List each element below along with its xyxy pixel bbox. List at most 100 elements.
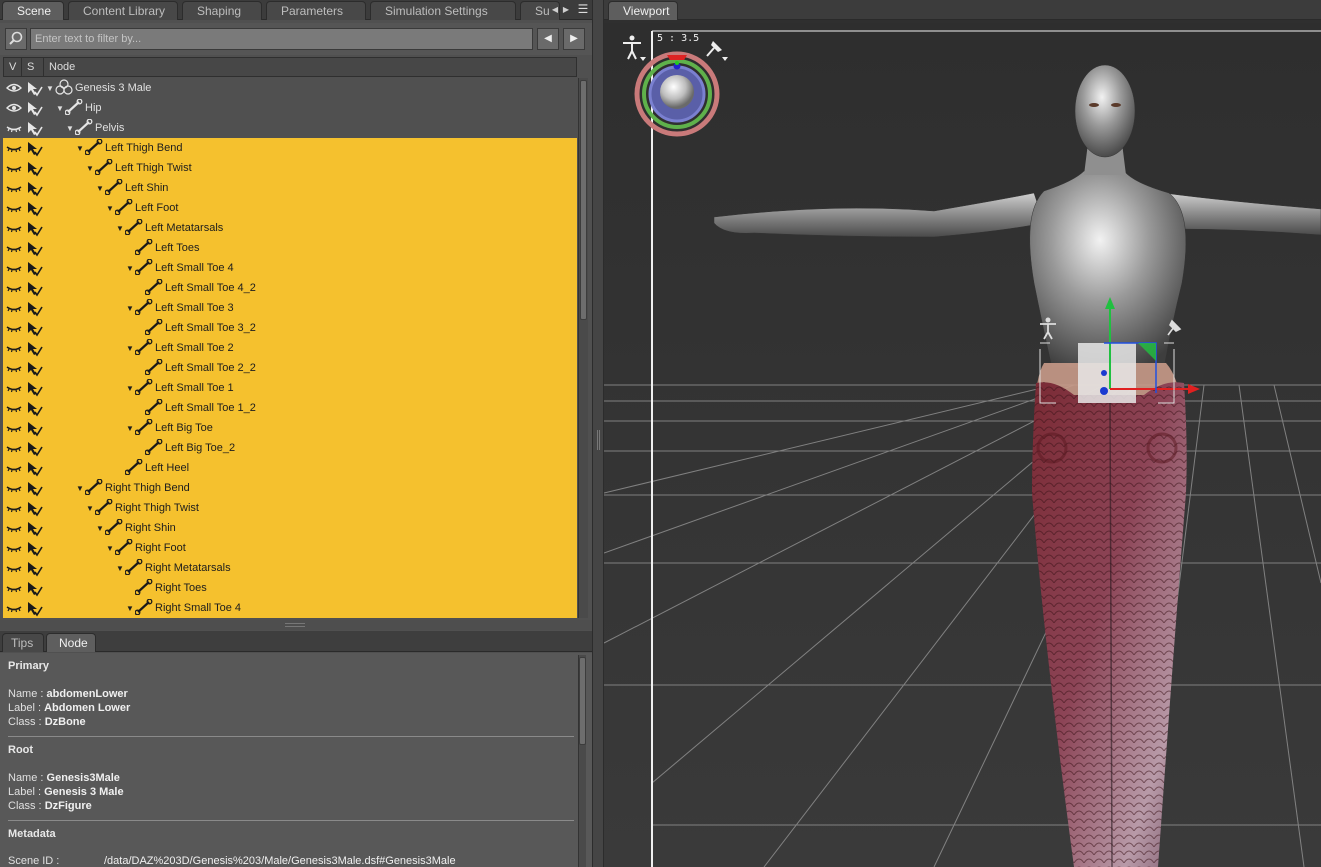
select-arrow-icon[interactable]	[25, 578, 43, 598]
expand-arrow-icon[interactable]: ▼	[115, 219, 125, 239]
tab-scroll-right-icon[interactable]: ▶	[561, 2, 571, 18]
expand-arrow-icon[interactable]: ▼	[105, 199, 115, 219]
tab-scroll-left-icon[interactable]: ◀	[550, 2, 560, 18]
arrow-right-icon[interactable]: ▶	[563, 28, 585, 50]
closed-eye-icon[interactable]	[5, 318, 23, 338]
tree-row[interactable]: Left Small Toe 3_2	[3, 318, 577, 338]
eye-icon[interactable]	[5, 78, 23, 98]
closed-eye-icon[interactable]	[5, 458, 23, 478]
select-arrow-icon[interactable]	[25, 538, 43, 558]
tree-row[interactable]: ▼ Left Small Toe 1	[3, 378, 577, 398]
pane-splitter[interactable]	[0, 620, 592, 630]
tree-node[interactable]: ▼ Right Small Toe 4	[125, 598, 305, 618]
filter-input[interactable]	[30, 28, 533, 50]
select-arrow-icon[interactable]	[25, 78, 43, 98]
closed-eye-icon[interactable]	[5, 378, 23, 398]
tree-row[interactable]: Left Small Toe 4_2	[3, 278, 577, 298]
select-arrow-icon[interactable]	[25, 158, 43, 178]
column-visible[interactable]: V	[4, 58, 22, 76]
tab-shaping[interactable]: Shaping	[182, 1, 262, 20]
select-arrow-icon[interactable]	[25, 338, 43, 358]
closed-eye-icon[interactable]	[5, 518, 23, 538]
tree-scroll-thumb[interactable]	[580, 80, 587, 320]
tree-scrollbar[interactable]	[578, 78, 588, 618]
closed-eye-icon[interactable]	[5, 298, 23, 318]
tree-node[interactable]: ▼ Left Thigh Bend	[75, 138, 255, 158]
expand-arrow-icon[interactable]: ▼	[125, 419, 135, 439]
select-arrow-icon[interactable]	[25, 298, 43, 318]
closed-eye-icon[interactable]	[5, 238, 23, 258]
tree-row[interactable]: Left Big Toe_2	[3, 438, 577, 458]
pane-divider[interactable]	[592, 0, 604, 867]
tree-row[interactable]: ▼ Left Small Toe 2	[3, 338, 577, 358]
select-arrow-icon[interactable]	[25, 478, 43, 498]
tree-node[interactable]: Left Small Toe 1_2	[135, 398, 315, 418]
tree-node[interactable]: Left Heel	[115, 458, 295, 478]
closed-eye-icon[interactable]	[5, 118, 23, 138]
tree-node[interactable]: ▼ Right Foot	[105, 538, 285, 558]
closed-eye-icon[interactable]	[5, 398, 23, 418]
camera-orbit-icon[interactable]	[634, 51, 720, 137]
tree-row[interactable]: Left Toes	[3, 238, 577, 258]
closed-eye-icon[interactable]	[5, 198, 23, 218]
tree-node[interactable]: ▼ Left Metatarsals	[115, 218, 295, 238]
tree-node[interactable]: ▼ Left Foot	[105, 198, 285, 218]
tree-node[interactable]: Left Small Toe 3_2	[135, 318, 315, 338]
expand-arrow-icon[interactable]: ▼	[125, 379, 135, 399]
tree-row[interactable]: ▼ Right Thigh Twist	[3, 498, 577, 518]
tree-node[interactable]: ▼ Right Thigh Twist	[85, 498, 265, 518]
tab-tips[interactable]: Tips	[2, 633, 44, 652]
select-arrow-icon[interactable]	[25, 558, 43, 578]
arrow-left-icon[interactable]: ◀	[537, 28, 559, 50]
search-icon[interactable]	[5, 28, 27, 50]
tab-viewport[interactable]: Viewport	[608, 1, 678, 20]
tree-row[interactable]: ▼ Left Big Toe	[3, 418, 577, 438]
tree-node[interactable]: ▼ Left Small Toe 2	[125, 338, 305, 358]
tree-node[interactable]: ▼ Left Thigh Twist	[85, 158, 265, 178]
tree-node[interactable]: ▼ Right Shin	[95, 518, 275, 538]
tree-row[interactable]: ▼ Right Small Toe 4	[3, 598, 577, 618]
column-selectable[interactable]: S	[22, 58, 44, 76]
select-arrow-icon[interactable]	[25, 178, 43, 198]
select-arrow-icon[interactable]	[25, 198, 43, 218]
closed-eye-icon[interactable]	[5, 158, 23, 178]
select-arrow-icon[interactable]	[25, 378, 43, 398]
expand-arrow-icon[interactable]: ▼	[125, 599, 135, 618]
closed-eye-icon[interactable]	[5, 338, 23, 358]
closed-eye-icon[interactable]	[5, 578, 23, 598]
closed-eye-icon[interactable]	[5, 178, 23, 198]
tab-node[interactable]: Node	[46, 633, 96, 652]
select-arrow-icon[interactable]	[25, 398, 43, 418]
tree-node[interactable]: ▼ Genesis 3 Male	[45, 78, 225, 98]
tree-row[interactable]: ▼ Genesis 3 Male	[3, 78, 577, 98]
select-arrow-icon[interactable]	[25, 238, 43, 258]
select-arrow-icon[interactable]	[25, 498, 43, 518]
tree-row[interactable]: ▼ Pelvis	[3, 118, 577, 138]
tree-row[interactable]: ▼ Left Small Toe 3	[3, 298, 577, 318]
select-arrow-icon[interactable]	[25, 518, 43, 538]
select-arrow-icon[interactable]	[25, 258, 43, 278]
expand-arrow-icon[interactable]: ▼	[55, 99, 65, 119]
expand-arrow-icon[interactable]: ▼	[125, 259, 135, 279]
expand-arrow-icon[interactable]: ▼	[75, 479, 85, 499]
tab-parameters[interactable]: Parameters	[266, 1, 366, 20]
select-arrow-icon[interactable]	[25, 438, 43, 458]
tree-node[interactable]: ▼ Left Big Toe	[125, 418, 305, 438]
expand-arrow-icon[interactable]: ▼	[75, 139, 85, 159]
closed-eye-icon[interactable]	[5, 258, 23, 278]
closed-eye-icon[interactable]	[5, 218, 23, 238]
panel-menu-icon[interactable]: ☰	[575, 2, 591, 18]
select-arrow-icon[interactable]	[25, 318, 43, 338]
column-node[interactable]: Node	[44, 58, 577, 76]
tree-row[interactable]: Left Small Toe 2_2	[3, 358, 577, 378]
select-arrow-icon[interactable]	[25, 218, 43, 238]
tree-row[interactable]: ▼ Left Metatarsals	[3, 218, 577, 238]
closed-eye-icon[interactable]	[5, 278, 23, 298]
tree-row[interactable]: Left Heel	[3, 458, 577, 478]
closed-eye-icon[interactable]	[5, 598, 23, 618]
tree-node[interactable]: Left Big Toe_2	[135, 438, 315, 458]
expand-arrow-icon[interactable]: ▼	[85, 159, 95, 179]
closed-eye-icon[interactable]	[5, 538, 23, 558]
tree-node[interactable]: ▼ Left Shin	[95, 178, 275, 198]
tree-row[interactable]: Left Small Toe 1_2	[3, 398, 577, 418]
